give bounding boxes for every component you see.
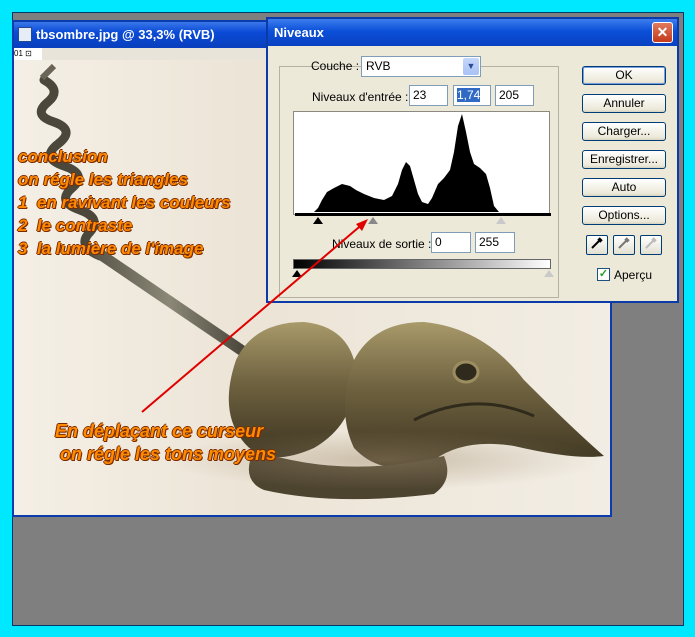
pointer-arrow-line xyxy=(141,221,366,413)
pointer-arrow-overlay xyxy=(141,219,368,413)
